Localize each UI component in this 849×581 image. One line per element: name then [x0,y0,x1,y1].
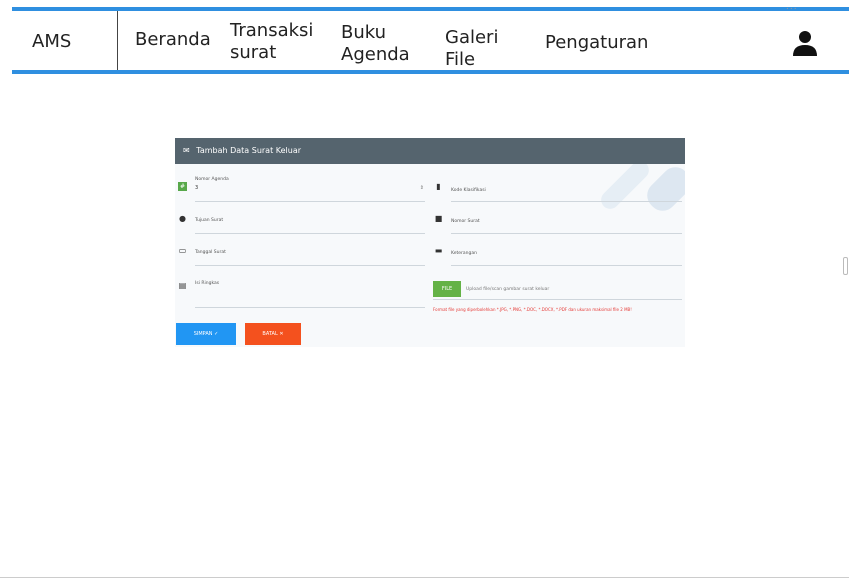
nav-item-label: Beranda [135,29,211,50]
document-icon: ▤ [178,281,187,290]
field-underline [195,307,425,308]
tanggal-surat-field[interactable]: ▭ Tanggal Surat [178,240,425,266]
mail-icon: ✉ [183,146,190,155]
file-format-note: Format file yang diperbolehkan *.JPG, *.… [433,307,632,312]
nav-item-transaksi-surat[interactable]: Transaksi surat [230,20,313,64]
nav-item-label: Buku [341,22,387,43]
nav-item-label: surat [230,42,277,63]
file-upload[interactable]: FILE Upload file/scan gambar surat kelua… [433,281,682,300]
file-button[interactable]: FILE [433,281,461,297]
form-header: ✉ Tambah Data Surat Keluar [175,138,685,164]
brand-logo[interactable]: AMS [32,31,71,53]
field-underline [451,233,682,234]
cancel-button[interactable]: BATAL ✕ [245,323,301,345]
image-icon: ▬ [434,246,443,255]
tujuan-surat-field[interactable]: ● Tujuan Surat [178,208,425,234]
scroll-handle[interactable] [843,257,848,275]
kode-klasifikasi-field[interactable]: ▮ Kode Klasifikasi [434,176,682,202]
location-pin-icon: ● [179,214,186,223]
form-card: ✉ Tambah Data Surat Keluar # Nomor Agend… [175,138,685,347]
nav-item-label: File [445,49,476,70]
list-number-icon: # [178,182,187,191]
field-label: Isi Ringkas [195,281,220,286]
save-button[interactable]: SIMPAN ✓ [176,323,236,345]
field-underline [451,201,682,202]
file-upload-placeholder[interactable]: Upload file/scan gambar surat keluar [466,287,549,292]
top-navbar: AMS Beranda Transaksi surat Buku Agenda … [0,0,849,76]
close-icon: ✕ [279,331,284,337]
calendar-icon: ▭ [178,246,187,255]
field-label: Nomor Agenda [195,177,229,182]
form-title: Tambah Data Surat Keluar [196,146,302,155]
check-icon: ✓ [214,331,219,337]
cancel-button-label: BATAL [262,331,278,337]
field-underline [195,233,425,234]
navbar-top-border [12,7,849,11]
field-label: Keterangan [451,251,477,256]
user-account-icon[interactable] [790,28,820,58]
field-underline [451,265,682,266]
field-label: Kode Klasifikasi [451,188,486,193]
bottom-divider [0,577,849,578]
nav-item-beranda[interactable]: Beranda [135,29,211,51]
navbar-bottom-border [12,70,849,74]
more-dots: ... [786,2,798,12]
nav-item-label: Transaksi [230,20,314,41]
nav-item-galeri-file[interactable]: Galeri File [445,27,498,71]
field-underline [195,201,425,202]
nav-item-buku-agenda[interactable]: Buku Agenda [341,22,410,66]
navbar-divider [117,11,118,70]
field-label: Nomor Surat [451,219,480,224]
nomor-surat-field[interactable]: ■ Nomor Surat [434,208,682,234]
isi-ringkas-field[interactable]: ▤ Isi Ringkas [178,275,425,308]
field-label: Tujuan Surat [195,218,224,223]
keterangan-field[interactable]: ▬ Keterangan [434,240,682,266]
save-button-label: SIMPAN [193,331,213,337]
nomor-agenda-field[interactable]: # Nomor Agenda 3 ⇕ [178,176,425,202]
field-underline [433,299,682,300]
stepper-icon[interactable]: ⇕ [420,185,424,191]
nav-item-label: Galeri [445,27,499,48]
nav-item-label: Agenda [341,44,410,65]
field-label: Tanggal Surat [195,250,226,255]
field-value: 3 [195,185,199,191]
nav-item-pengaturan[interactable]: Pengaturan [545,32,648,54]
bookmark-icon: ▮ [436,182,441,191]
field-underline [195,265,425,266]
nav-item-label: Pengaturan [545,32,649,53]
envelope-icon: ■ [434,214,443,223]
